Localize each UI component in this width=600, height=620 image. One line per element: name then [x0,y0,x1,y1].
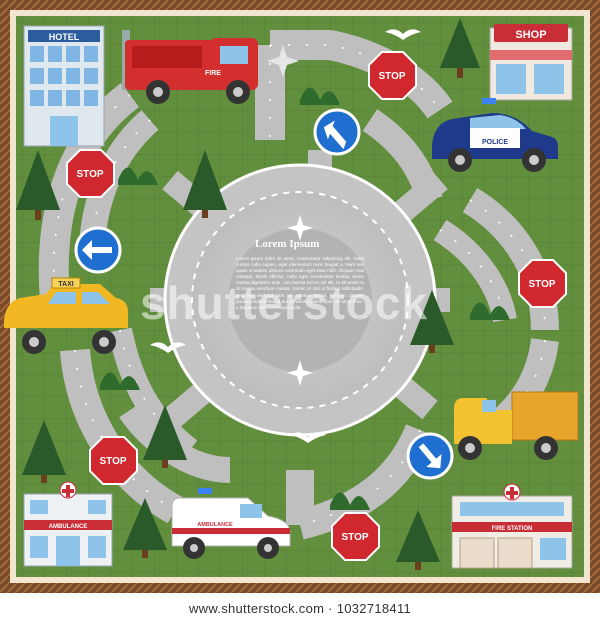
stop-sign-label: STOP [528,279,555,290]
watermark: shutterstock [140,277,429,329]
hotel-label: HOTEL [49,32,80,42]
footer-id: www.shutterstock.com · 1032718411 [188,601,412,616]
ambulance-label: AMBULANCE [197,522,233,528]
shop-label: SHOP [515,29,546,41]
police-car-label: POLICE [482,139,508,146]
stop-sign-label: STOP [378,71,405,82]
center-title: Lorem Ipsum [255,238,320,250]
fire-truck-label: FIRE [205,70,221,77]
fire-station-label: FIRE STATION [492,526,533,532]
stop-sign-label: STOP [99,456,126,467]
taxi-label: TAXI [58,281,73,288]
hotel-building [23,25,105,147]
stop-sign-label: STOP [341,532,368,543]
hospital-label: AMBULANCE [49,524,88,530]
stop-sign-label: STOP [76,169,103,180]
